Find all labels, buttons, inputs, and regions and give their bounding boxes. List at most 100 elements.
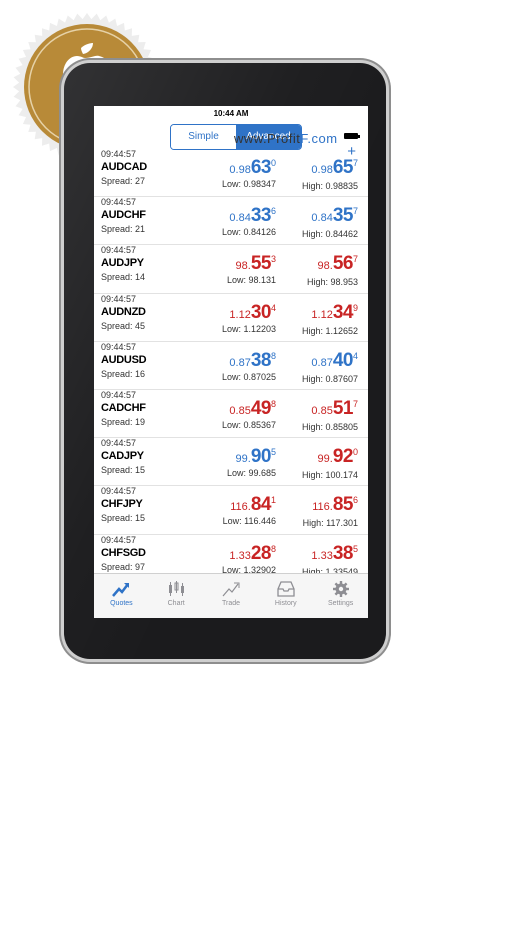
bid-price-pips: 49 xyxy=(250,397,272,419)
quote-high: High: 0.85805 xyxy=(301,421,358,432)
candlestick-icon xyxy=(149,580,204,598)
quote-spread: Spread: 19 xyxy=(101,416,146,427)
quote-low: Low: 0.87025 xyxy=(221,371,276,382)
quote-time: 09:44:57 xyxy=(101,341,137,352)
quote-row[interactable]: 09:44:57 CADJPY Spread: 15 99. 905 Low: 99.68… xyxy=(94,438,368,487)
quote-spread: Spread: 27 xyxy=(101,176,146,186)
ask-price: 1.12349 xyxy=(311,302,358,324)
bid-price-fraction: 5 xyxy=(270,447,276,458)
ask-price-fraction: 7 xyxy=(352,206,358,217)
bid-price-pips: 38 xyxy=(250,349,272,371)
tab-label: Chart xyxy=(167,600,185,607)
tab-chart[interactable]: Chart xyxy=(149,574,204,618)
bid-price: 116.841 xyxy=(230,494,276,516)
quote-time: 09:44:57 xyxy=(101,389,137,400)
ask-price: 0.98657 xyxy=(311,157,358,179)
quote-symbol: CHFJPY xyxy=(101,498,143,511)
ask-price-fraction: 7 xyxy=(352,254,358,265)
quote-row[interactable]: 09:44:57 CADCHF Spread: 19 0.85498 Low: 0.85… xyxy=(94,389,368,439)
bid-price-pips: 90 xyxy=(250,446,272,468)
quote-high: High: 0.84462 xyxy=(301,229,358,240)
quotes-icon xyxy=(94,580,149,598)
trade-icon xyxy=(204,580,259,598)
quote-symbol: AUDCAD xyxy=(101,161,147,173)
ask-price-fraction: 7 xyxy=(352,398,358,409)
quote-row[interactable]: 09:44:57 AUDCHF Spread: 21 0.84336 Low: 0.84… xyxy=(94,197,368,246)
ask-price-prefix: 0.98 xyxy=(311,164,333,176)
ask-price-pips: 38 xyxy=(332,542,354,564)
quote-low: Low: 0.98347 xyxy=(221,179,276,189)
bid-price-prefix: 1.12 xyxy=(229,308,251,321)
ask-price-prefix: 0.85 xyxy=(311,404,333,417)
quote-spread: Spread: 97 xyxy=(101,561,146,572)
ask-price-prefix: 116. xyxy=(312,501,333,514)
quote-high: High: 1.12652 xyxy=(301,325,358,336)
quote-spread: Spread: 45 xyxy=(101,320,146,331)
tab-history[interactable]: History xyxy=(258,574,313,618)
bid-price-pips: 33 xyxy=(250,205,272,227)
quote-row[interactable]: 09:44:57 AUDCAD Spread: 27 0.98630 Low: 0.98… xyxy=(94,149,368,198)
quote-low: Low: 0.85367 xyxy=(221,419,276,430)
ask-price-pips: 34 xyxy=(332,301,354,323)
bid-price-fraction: 8 xyxy=(270,543,276,554)
tab-label: Trade xyxy=(221,600,240,607)
quote-row[interactable]: 09:44:57 AUDUSD Spread: 16 0.87388 Low: 0.87… xyxy=(94,342,368,390)
ask-price-prefix: 1.33 xyxy=(311,549,333,562)
bid-price: 98.553 xyxy=(236,253,276,275)
quote-low: Low: 0.84126 xyxy=(221,227,276,238)
bid-price-fraction: 1 xyxy=(270,495,276,506)
quote-low: Low: 99.685 xyxy=(226,468,276,479)
ask-price: 0.87404 xyxy=(311,350,358,372)
segment-simple[interactable]: Simple xyxy=(171,125,236,149)
ask-price-fraction: 7 xyxy=(352,158,358,168)
quote-time: 09:44:57 xyxy=(101,245,137,256)
tab-settings[interactable]: Settings xyxy=(313,574,368,618)
quote-high: High: 0.87607 xyxy=(301,373,358,384)
ask-price-pips: 51 xyxy=(332,397,354,419)
quote-spread: Spread: 14 xyxy=(101,272,146,283)
ask-price-prefix: 99. xyxy=(317,453,333,466)
bid-price: 1.12304 xyxy=(229,302,276,324)
ask-price-pips: 85 xyxy=(332,494,354,516)
quote-high: High: 0.98835 xyxy=(301,181,358,191)
ask-price: 0.84357 xyxy=(311,205,358,227)
quote-symbol: CADJPY xyxy=(101,450,144,463)
bid-price-fraction: 8 xyxy=(270,350,276,361)
status-time: 10:44 AM xyxy=(213,109,249,118)
ask-price: 0.85517 xyxy=(311,398,358,420)
quote-low: Low: 116.446 xyxy=(222,516,276,527)
quote-row[interactable]: 09:44:57 AUDJPY Spread: 14 98.553 Low: 98.13… xyxy=(94,245,368,294)
tab-label: Settings xyxy=(327,600,354,607)
bid-price-prefix: 98. xyxy=(235,260,251,273)
ask-price-fraction: 9 xyxy=(352,302,358,313)
quote-row[interactable]: 09:44:57 CHFJPY Spread: 15 116.841 Low: 116.… xyxy=(94,486,368,535)
quote-symbol: AUDJPY xyxy=(101,257,144,270)
bid-price-fraction: 4 xyxy=(270,302,276,313)
quote-row[interactable]: 09:44:57 AUDNZD Spread: 45 1.12304 Low: 1.12… xyxy=(94,294,368,342)
quote-time: 09:44:57 xyxy=(101,438,137,449)
quote-time: 09:44:57 xyxy=(101,486,137,497)
quote-time: 09:44:57 xyxy=(101,197,137,208)
ask-price-pips: 92 xyxy=(332,446,354,468)
app-screen: 10:44 AM Simple Advanced www.ProfitF.com… xyxy=(94,106,368,618)
ask-price: 99.920 xyxy=(318,446,358,468)
tab-quotes[interactable]: Quotes xyxy=(94,574,149,618)
quote-time: 09:44:57 xyxy=(101,293,137,304)
tab-trade[interactable]: Trade xyxy=(204,574,259,618)
ask-price-prefix: 98. xyxy=(317,260,333,273)
bid-price-prefix: 0.84 xyxy=(229,212,251,225)
bid-price-pips: 28 xyxy=(250,542,272,564)
quote-high: High: 98.953 xyxy=(306,277,358,288)
bid-price-prefix: 0.98 xyxy=(229,164,251,176)
bid-price: 1.33288 xyxy=(229,543,276,565)
quote-spread: Spread: 15 xyxy=(101,465,146,476)
bid-price-prefix: 1.33 xyxy=(229,549,251,562)
ask-price-fraction: 6 xyxy=(352,495,358,506)
bid-price-pips: 55 xyxy=(250,253,272,275)
bid-price-prefix: 0.85 xyxy=(229,404,251,417)
ask-price-pips: 40 xyxy=(332,349,354,371)
bid-price-prefix: 116. xyxy=(230,501,251,514)
ask-price: 116.856 xyxy=(312,494,358,516)
tab-label: Quotes xyxy=(110,600,133,607)
quote-symbol: AUDCHF xyxy=(101,209,146,222)
